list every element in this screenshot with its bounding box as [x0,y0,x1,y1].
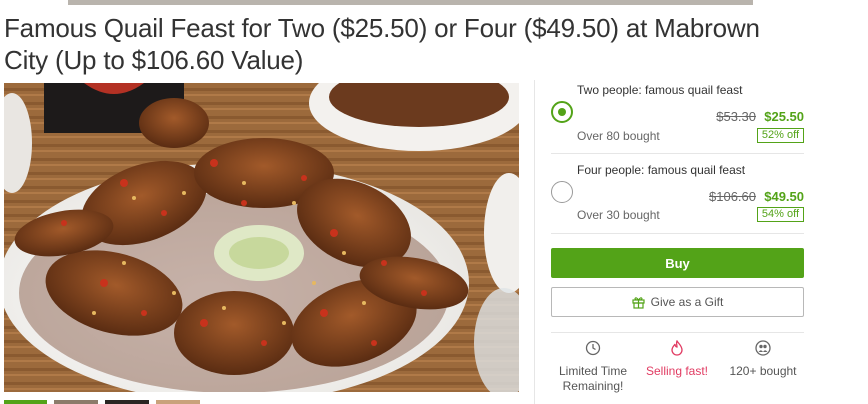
deal-image[interactable] [4,83,519,392]
discount-badge: 52% off [756,128,804,143]
option-four-people[interactable]: Four people: famous quail feast $106.60 … [551,162,804,232]
thumbnail[interactable] [54,400,98,404]
buy-button[interactable]: Buy [551,248,804,278]
gift-icon [632,291,645,319]
give-as-gift-button[interactable]: Give as a Gift [551,287,804,317]
deal-price: $25.50 [764,109,804,124]
radio-button-selected[interactable] [551,101,573,123]
limited-time-stat: Limited Time Remaining! [551,340,635,394]
original-price: $53.30 [716,109,756,124]
thumbnail-strip [4,400,519,404]
quail-dish-photo [4,83,519,392]
selling-fast-stat: Selling fast! [639,339,715,379]
limited-time-line1: Limited Time [558,364,628,378]
divider [551,233,804,234]
thumbnail[interactable] [105,400,149,404]
gift-label: Give as a Gift [650,295,724,309]
discount-badge: 54% off [756,207,804,222]
option-name: Two people: famous quail feast [577,83,743,97]
original-price: $106.60 [709,189,756,204]
thumbnail-selected[interactable] [4,400,47,404]
bought-stat: 120+ bought [720,340,806,379]
option-two-people[interactable]: Two people: famous quail feast $53.30 $2… [551,82,804,152]
deal-title: Famous Quail Feast for Two ($25.50) or F… [4,13,760,75]
limited-time-line2: Remaining! [562,379,624,393]
option-name: Four people: famous quail feast [577,163,746,177]
bought-count: Over 80 bought [577,129,660,143]
top-banner-strip [68,0,753,5]
deal-price: $49.50 [764,189,804,204]
radio-dot [558,108,566,116]
bought-total-label: 120+ bought [729,364,797,378]
divider [551,332,804,333]
thumbnail[interactable] [156,400,200,404]
divider [551,153,804,154]
radio-button[interactable] [551,181,573,203]
bought-count: Over 30 bought [577,208,660,222]
flame-icon [639,339,715,360]
clock-icon [551,340,635,360]
people-icon [720,340,806,360]
selling-fast-label: Selling fast! [645,364,709,378]
column-divider [534,80,535,404]
